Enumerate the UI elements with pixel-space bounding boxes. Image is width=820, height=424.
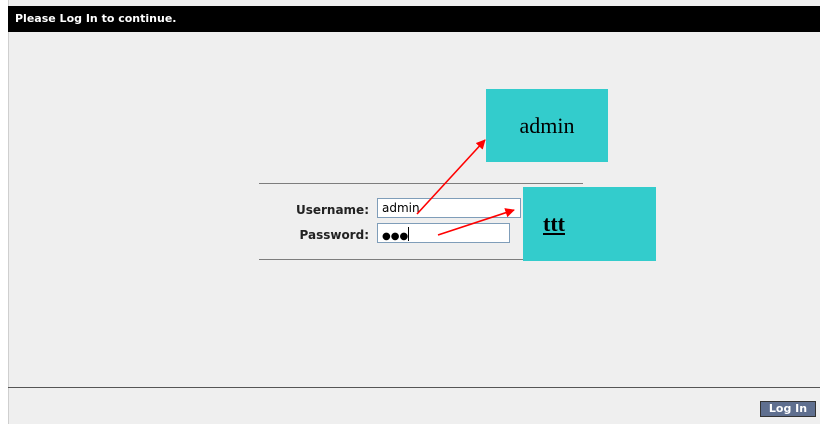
page-title: Please Log In to continue. (15, 12, 177, 25)
footer-divider (8, 387, 820, 388)
page-title-bar: Please Log In to continue. (8, 6, 820, 32)
password-label: Password: (299, 228, 370, 242)
form-top-divider (259, 183, 583, 184)
username-label: Username: (295, 203, 369, 217)
password-value: ●●● (382, 231, 409, 242)
login-button[interactable]: Log In (760, 401, 816, 417)
callout-username: admin (486, 89, 608, 162)
username-field[interactable]: admin (377, 198, 521, 218)
password-field[interactable]: ●●● (377, 223, 510, 243)
callout-username-text: admin (519, 112, 575, 138)
login-button-label: Log In (768, 402, 808, 415)
username-value: admin (382, 201, 420, 215)
callout-password: ttt (523, 187, 656, 261)
text-caret (408, 227, 410, 241)
callout-password-text: ttt (543, 211, 565, 236)
